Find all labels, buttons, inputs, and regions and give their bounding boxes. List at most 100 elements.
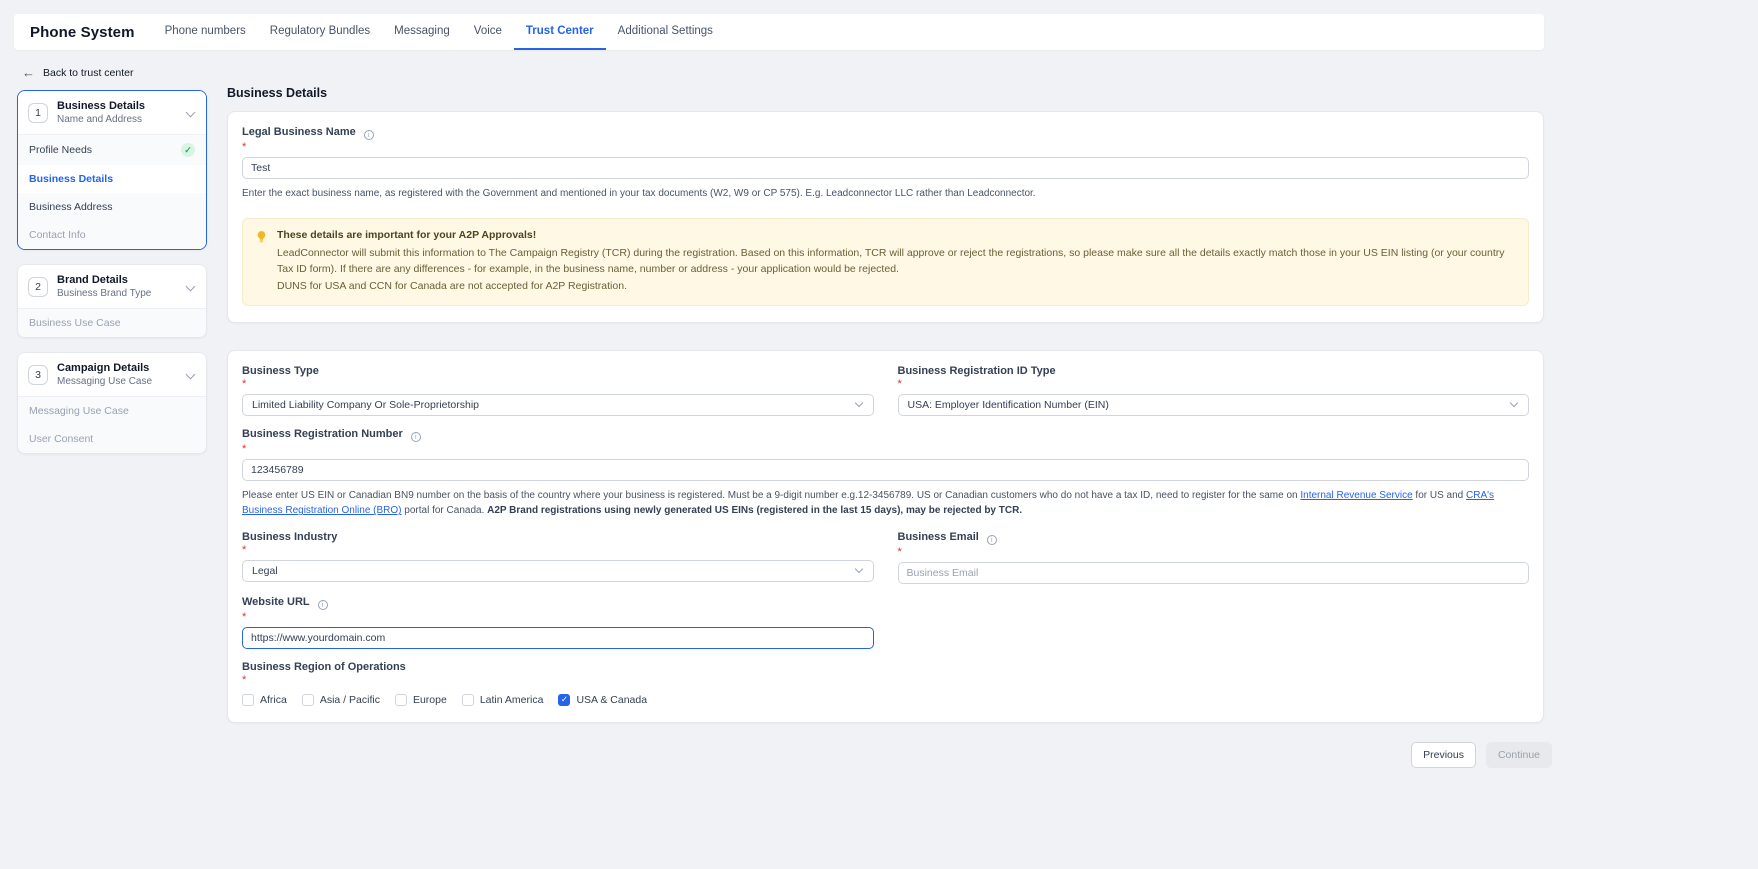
website-url-label: Website URL — [242, 595, 310, 608]
checkbox-icon: ✓ — [242, 693, 254, 706]
lightbulb-icon — [257, 230, 266, 242]
business-email-field: Business Email i * — [897, 531, 1529, 584]
step-number-badge: 2 — [28, 276, 48, 297]
info-icon[interactable]: i — [410, 431, 421, 442]
form-heading: Business Details — [227, 86, 328, 100]
check-circle-icon: ✓ — [181, 143, 195, 157]
business-registration-number-input[interactable] — [242, 458, 1529, 481]
chevron-down-icon — [855, 400, 864, 409]
tab-regulatory-bundles[interactable]: Regulatory Bundles — [258, 14, 382, 50]
irs-link[interactable]: Internal Revenue Service — [1300, 490, 1412, 501]
nav-tabs: Phone numbers Regulatory Bundles Messagi… — [153, 14, 725, 50]
chevron-down-icon — [186, 108, 196, 118]
business-registration-id-type-label: Business Registration ID Type — [897, 364, 1056, 377]
legal-business-name-input[interactable] — [242, 157, 1529, 179]
warning-body: LeadConnector will submit this informati… — [277, 246, 1505, 276]
website-url-field: Website URL i * — [242, 596, 874, 649]
main-content: Business Details Legal Business Name i *… — [227, 86, 1544, 723]
section-subtitle: Name and Address — [57, 114, 143, 125]
required-marker: * — [897, 545, 902, 558]
warning-note: DUNS for USA and CCN for Canada are not … — [277, 280, 627, 293]
top-navigation-bar: Phone System Phone numbers Regulatory Bu… — [14, 14, 1544, 50]
business-region-label: Business Region of Operations — [242, 660, 406, 673]
sidebar-item-business-use-case[interactable]: Business Use Case — [18, 309, 206, 337]
registration-number-helper: Please enter US EIN or Canadian BN9 numb… — [242, 489, 1495, 517]
business-email-input[interactable] — [897, 561, 1529, 584]
tab-additional-settings[interactable]: Additional Settings — [606, 14, 725, 50]
sidebar-section-business-details: 1 Business Details Name and Address Prof… — [17, 90, 207, 250]
info-icon[interactable]: i — [363, 130, 374, 140]
chevron-down-icon — [186, 282, 196, 292]
legal-business-name-helper: Enter the exact business name, as regist… — [242, 188, 1036, 199]
section-subtitle: Business Brand Type — [57, 288, 152, 299]
business-registration-number-field: Business Registration Number i * Please … — [242, 428, 1529, 519]
business-industry-select[interactable]: Legal — [242, 559, 874, 582]
sidebar-item-contact-info[interactable]: Contact Info — [18, 221, 206, 249]
business-type-field: Business Type * Limited Liability Compan… — [242, 365, 874, 416]
tcr-warning-bold: A2P Brand registrations using newly gene… — [487, 505, 1023, 517]
checkbox-usa-canada[interactable]: ✓ USA & Canada — [558, 693, 647, 706]
business-registration-id-type-select[interactable]: USA: Employer Identification Number (EIN… — [897, 393, 1529, 416]
warning-title: These details are important for your A2P… — [277, 228, 537, 241]
section-header-campaign-details[interactable]: 3 Campaign Details Messaging Use Case — [18, 353, 206, 396]
business-type-label: Business Type — [242, 364, 319, 377]
chevron-down-icon — [1510, 400, 1519, 409]
business-registration-id-type-field: Business Registration ID Type * USA: Emp… — [897, 364, 1529, 416]
sidebar-item-business-details[interactable]: Business Details — [18, 165, 206, 193]
info-icon[interactable]: i — [986, 534, 997, 545]
sidebar-section-campaign-details: 3 Campaign Details Messaging Use Case Me… — [17, 352, 207, 454]
checkbox-icon: ✓ — [394, 693, 407, 706]
legal-business-name-label: Legal Business Name — [242, 126, 356, 138]
sidebar-item-profile-needs[interactable]: Profile Needs ✓ — [18, 135, 206, 165]
required-marker: * — [242, 610, 247, 623]
business-info-card: Business Type * Limited Liability Compan… — [227, 349, 1544, 723]
section-title: Brand Details — [57, 274, 128, 286]
checkbox-icon: ✓ — [301, 693, 314, 706]
business-industry-label: Business Industry — [242, 530, 338, 543]
website-url-input[interactable] — [242, 626, 874, 649]
wizard-footer: Previous Continue — [1411, 742, 1552, 768]
continue-button[interactable]: Continue — [1485, 742, 1552, 768]
sidebar-section-brand-details: 2 Brand Details Business Brand Type Busi… — [17, 264, 207, 338]
step-number-badge: 1 — [28, 102, 48, 123]
sidebar-item-messaging-use-case[interactable]: Messaging Use Case — [18, 397, 206, 425]
checkbox-africa[interactable]: ✓ Africa — [242, 693, 287, 706]
region-checkbox-group: ✓ Africa ✓ Asia / Pacific ✓ Europe ✓ Lat… — [242, 693, 1529, 706]
tab-phone-numbers[interactable]: Phone numbers — [153, 14, 258, 50]
back-to-trust-center-link[interactable]: ← Back to trust center — [22, 66, 133, 79]
required-marker: * — [242, 377, 247, 390]
checkbox-icon: ✓ — [461, 693, 474, 706]
chevron-down-icon — [186, 370, 196, 380]
sidebar-item-business-address[interactable]: Business Address — [18, 193, 206, 221]
step-number-badge: 3 — [28, 364, 48, 385]
section-title: Business Details — [57, 100, 146, 112]
sidebar-item-user-consent[interactable]: User Consent — [18, 425, 206, 453]
required-marker: * — [897, 377, 902, 390]
tab-messaging[interactable]: Messaging — [382, 14, 462, 50]
back-link-label: Back to trust center — [43, 66, 134, 79]
section-header-brand-details[interactable]: 2 Brand Details Business Brand Type — [18, 265, 206, 308]
required-marker: * — [242, 673, 247, 686]
required-marker: * — [242, 543, 247, 556]
chevron-down-icon — [855, 566, 864, 575]
checkbox-asia-pacific[interactable]: ✓ Asia / Pacific — [301, 693, 380, 706]
legal-business-name-card: Legal Business Name i * Enter the exact … — [227, 111, 1544, 323]
business-type-select[interactable]: Limited Liability Company Or Sole-Propri… — [242, 393, 874, 416]
checkbox-latin-america[interactable]: ✓ Latin America — [461, 693, 543, 706]
required-marker: * — [242, 442, 247, 455]
section-title: Campaign Details — [57, 362, 150, 374]
checkbox-icon: ✓ — [558, 693, 571, 706]
required-marker: * — [242, 141, 247, 153]
checkbox-europe[interactable]: ✓ Europe — [394, 693, 447, 706]
section-header-business-details[interactable]: 1 Business Details Name and Address — [18, 91, 206, 134]
section-subtitle: Messaging Use Case — [57, 376, 153, 387]
a2p-warning-banner: These details are important for your A2P… — [242, 217, 1529, 306]
info-icon[interactable]: i — [317, 599, 328, 610]
steps-sidebar: 1 Business Details Name and Address Prof… — [17, 90, 207, 454]
tab-trust-center[interactable]: Trust Center — [513, 14, 606, 50]
business-region-field: Business Region of Operations * ✓ Africa… — [242, 661, 1529, 706]
tab-voice[interactable]: Voice — [462, 14, 514, 50]
business-industry-field: Business Industry * Legal — [242, 531, 874, 584]
previous-button[interactable]: Previous — [1411, 742, 1476, 768]
business-registration-number-label: Business Registration Number — [242, 427, 403, 440]
